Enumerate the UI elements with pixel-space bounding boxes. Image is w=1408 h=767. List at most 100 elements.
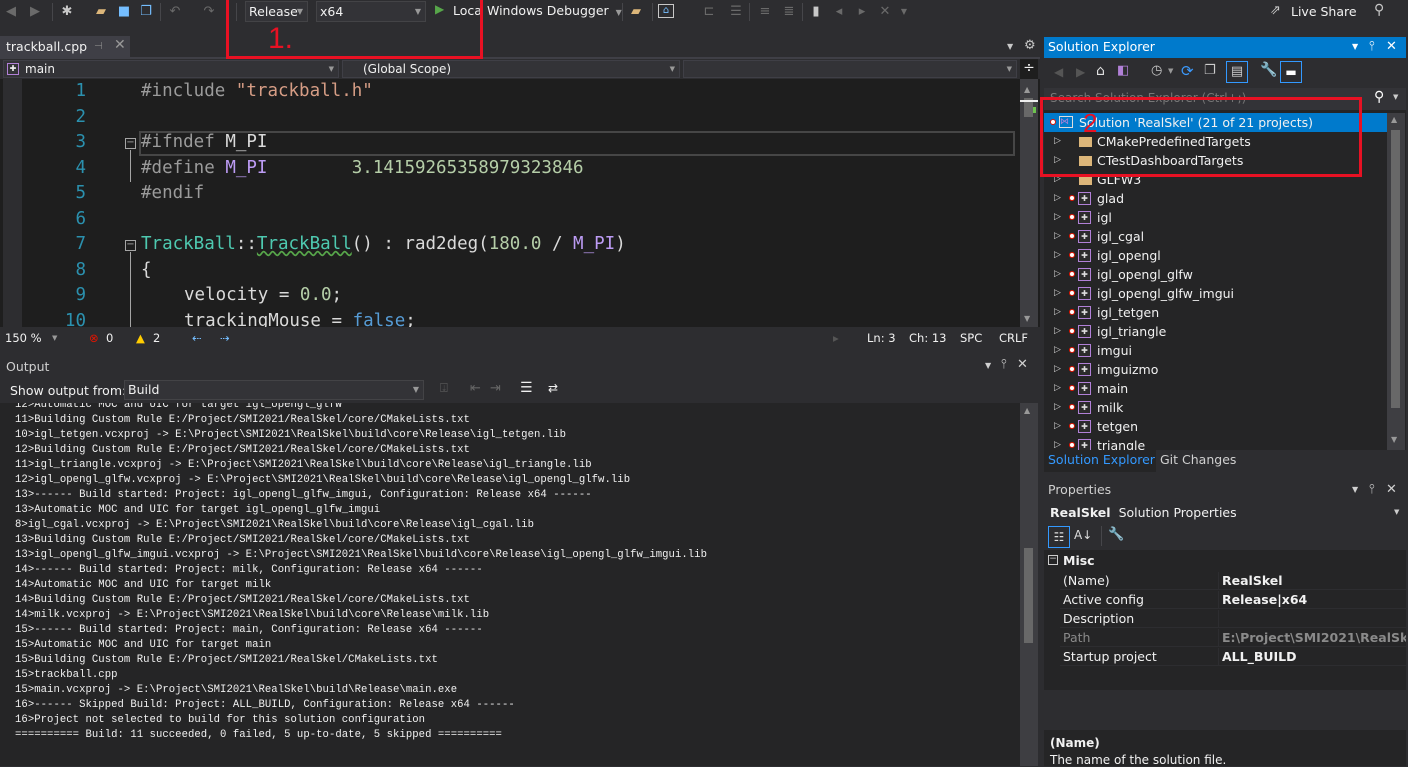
pin-icon[interactable]: ⫯ bbox=[1369, 480, 1375, 500]
expand-icon[interactable]: ▷ bbox=[1054, 303, 1061, 322]
close-icon[interactable]: ✕ bbox=[1017, 357, 1028, 372]
property-value[interactable]: RealSkel bbox=[1222, 572, 1406, 590]
property-pages-icon[interactable]: 🔧 bbox=[1108, 527, 1124, 542]
prev-bookmark-icon[interactable]: ◂ bbox=[830, 3, 848, 20]
project-dropdown[interactable]: ✚ main ▼ bbox=[3, 60, 339, 78]
feedback-icon[interactable]: ⚲ bbox=[1374, 2, 1384, 18]
forward-icon[interactable]: ▶ bbox=[1076, 65, 1085, 79]
solution-explorer-scrollbar[interactable]: ▲ ▼ bbox=[1387, 113, 1405, 450]
tree-item[interactable]: ▷ ✚ imguizmo bbox=[1044, 360, 1389, 379]
next-bookmark-icon[interactable]: ▸ bbox=[853, 3, 871, 20]
expand-icon[interactable]: ▷ bbox=[1054, 417, 1061, 436]
output-source-dropdown[interactable]: Build ▼ bbox=[124, 380, 424, 400]
live-share-button[interactable]: Live Share bbox=[1291, 4, 1357, 19]
gear-icon[interactable]: ⚙ bbox=[1024, 38, 1036, 53]
alphabetical-icon[interactable]: A↓ bbox=[1074, 528, 1092, 542]
tree-item[interactable]: ▷ ✚ igl_opengl_glfw bbox=[1044, 265, 1389, 284]
home-icon[interactable]: ⌂ bbox=[1096, 63, 1105, 79]
expand-icon[interactable]: ▷ bbox=[1054, 322, 1061, 341]
collapse-all-icon[interactable]: ❐ bbox=[1204, 63, 1216, 78]
start-debug-icon[interactable]: ▶ bbox=[435, 2, 444, 16]
tree-item[interactable]: ▷ ✚ igl_cgal bbox=[1044, 227, 1389, 246]
search-icon[interactable]: ⚲ bbox=[1374, 89, 1384, 105]
pin-icon[interactable]: ⊣ bbox=[94, 36, 103, 57]
expand-icon[interactable]: ▷ bbox=[1054, 246, 1061, 265]
tree-item[interactable]: ▷ ✚ igl_tetgen bbox=[1044, 303, 1389, 322]
property-row[interactable]: Startup project ALL_BUILD bbox=[1060, 648, 1406, 666]
word-wrap-icon[interactable]: ⇄ bbox=[548, 381, 558, 395]
redo-icon[interactable]: ↷ bbox=[200, 3, 218, 20]
collapse-icon[interactable]: − bbox=[125, 138, 136, 149]
property-row[interactable]: Path E:\Project\SMI2021\RealSkel\ bbox=[1060, 629, 1406, 647]
properties-object-selector[interactable]: RealSkel Solution Properties ▼ bbox=[1044, 502, 1406, 523]
platform-dropdown[interactable]: x64 ▼ bbox=[316, 1, 426, 22]
tree-item[interactable]: ▷ ✚ igl_triangle bbox=[1044, 322, 1389, 341]
solution-explorer-search[interactable]: Search Solution Explorer (Ctrl+;) ⚲ ▼ bbox=[1044, 88, 1406, 110]
expand-icon[interactable]: ▷ bbox=[1054, 151, 1061, 170]
back-icon[interactable]: ◀ bbox=[1054, 65, 1063, 79]
start-debugger-button[interactable]: Loca bbox=[453, 3, 482, 18]
property-value[interactable]: E:\Project\SMI2021\RealSkel\ bbox=[1222, 629, 1406, 647]
close-icon[interactable]: ✕ bbox=[1386, 37, 1397, 57]
preview-icon[interactable]: ▬ bbox=[1280, 61, 1302, 83]
member-dropdown[interactable]: ▼ bbox=[683, 60, 1017, 78]
chevron-down-icon[interactable]: ▼ bbox=[1168, 67, 1173, 75]
error-count[interactable]: 0 bbox=[106, 331, 113, 345]
wrench-icon[interactable]: 🔧 bbox=[1260, 62, 1277, 78]
property-row[interactable]: Active config Release|x64 bbox=[1060, 591, 1406, 609]
scroll-up-icon[interactable]: ▲ bbox=[1024, 85, 1030, 94]
scroll-up-icon[interactable]: ▲ bbox=[1391, 115, 1397, 124]
expand-icon[interactable]: ▷ bbox=[1054, 227, 1061, 246]
tree-item[interactable]: ▷ ✚ main bbox=[1044, 379, 1389, 398]
open-file-icon[interactable]: ▰ bbox=[92, 3, 110, 20]
expand-icon[interactable]: ▷ bbox=[1054, 284, 1061, 303]
panel-menu-icon[interactable]: ▼ bbox=[1352, 480, 1358, 500]
close-icon[interactable]: ✕ bbox=[1386, 480, 1397, 500]
pending-changes-icon[interactable]: ◷ bbox=[1151, 63, 1162, 78]
tree-item[interactable]: ▷ ✚ milk bbox=[1044, 398, 1389, 417]
expand-icon[interactable]: ▷ bbox=[1054, 208, 1061, 227]
chevron-down-icon[interactable]: ▼ bbox=[52, 334, 57, 342]
expand-icon[interactable]: ▷ bbox=[1054, 436, 1061, 450]
editor-vertical-scrollbar[interactable]: ▲ ▼ bbox=[1020, 79, 1038, 327]
step-over-icon[interactable]: ☰ bbox=[727, 3, 745, 20]
indent-indicator[interactable]: SPC bbox=[960, 331, 982, 345]
sync-icon[interactable]: ⟳ bbox=[1181, 62, 1194, 80]
output-vertical-scrollbar[interactable]: ▲ bbox=[1020, 403, 1038, 766]
tab-list-dropdown-icon[interactable]: ▼ bbox=[1007, 42, 1013, 51]
navigate-back-icon[interactable]: ⇠ bbox=[192, 331, 202, 345]
scroll-right-icon[interactable]: ▸ bbox=[833, 331, 839, 345]
expand-icon[interactable]: ▷ bbox=[1054, 189, 1061, 208]
split-window-icon[interactable]: ÷ bbox=[1020, 59, 1038, 79]
tree-item[interactable]: ▷ GLFW3 bbox=[1044, 170, 1389, 189]
scroll-up-icon[interactable]: ▲ bbox=[1024, 406, 1030, 415]
close-icon[interactable]: ✕ bbox=[114, 35, 126, 56]
tree-item[interactable]: ▷ ✚ triangle bbox=[1044, 436, 1389, 450]
tab-solution-explorer[interactable]: Solution Explorer bbox=[1044, 450, 1156, 472]
next-message-icon[interactable]: ⇥ bbox=[490, 381, 501, 396]
line-ending-indicator[interactable]: CRLF bbox=[999, 331, 1028, 345]
property-value[interactable]: Release|x64 bbox=[1222, 591, 1406, 609]
switch-views-icon[interactable]: ◧ bbox=[1117, 63, 1129, 78]
property-row[interactable]: Description bbox=[1060, 610, 1406, 628]
scrollbar-thumb[interactable] bbox=[1024, 548, 1033, 643]
pin-icon[interactable]: ⫯ bbox=[1369, 37, 1375, 57]
search-input[interactable]: Search Solution Explorer (Ctrl+;) bbox=[1050, 91, 1246, 105]
tree-item[interactable]: ▷ CTestDashboardTargets bbox=[1044, 151, 1389, 170]
debugger-label-tail-wrap[interactable]: Windows Debugger ▼ bbox=[487, 3, 622, 18]
expand-icon[interactable]: ▷ bbox=[1054, 132, 1061, 151]
new-project-icon[interactable]: ✱ bbox=[58, 3, 76, 20]
collapse-icon[interactable]: − bbox=[125, 240, 136, 251]
output-text-area[interactable]: 12>Automatic MOC and UIC for target igl_… bbox=[0, 403, 1020, 766]
save-all-icon[interactable]: ❐ bbox=[137, 3, 155, 20]
home-window-icon[interactable]: ⌂ bbox=[658, 4, 674, 18]
toolbar-overflow-icon[interactable]: ▼ bbox=[895, 3, 913, 20]
scope-dropdown[interactable]: (Global Scope) ▼ bbox=[342, 60, 680, 78]
tree-item[interactable]: ▷ ✚ imgui bbox=[1044, 341, 1389, 360]
chevron-down-icon[interactable]: ▼ bbox=[1393, 93, 1398, 101]
warning-count[interactable]: 2 bbox=[153, 331, 160, 345]
expand-icon[interactable]: ▷ bbox=[1054, 170, 1061, 189]
panel-menu-icon[interactable]: ▼ bbox=[1352, 37, 1358, 57]
tab-trackball-cpp[interactable]: trackball.cpp ⊣ ✕ bbox=[0, 36, 130, 58]
code-editor[interactable]: 1 2 3 4 5 6 7 8 9 10 − − #include "track… bbox=[0, 79, 1040, 331]
